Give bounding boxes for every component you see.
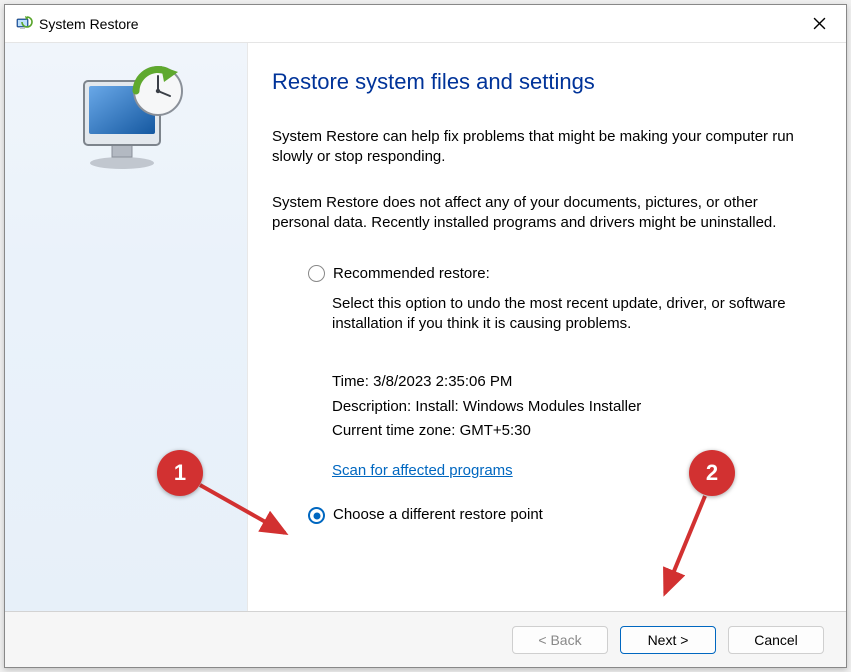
content-panel: Restore system files and settings System… (248, 43, 846, 611)
meta-timezone: Current time zone: GMT+5:30 (332, 421, 812, 441)
recommended-restore-desc: Select this option to undo the most rece… (272, 294, 812, 335)
system-restore-window: System Restore (4, 4, 847, 668)
window-title: System Restore (39, 16, 794, 32)
back-button[interactable]: < Back (512, 626, 608, 654)
cancel-button[interactable]: Cancel (728, 626, 824, 654)
choose-different-restore-radio[interactable]: Choose a different restore point (272, 505, 812, 525)
sub-text: System Restore does not affect any of yo… (272, 193, 812, 234)
meta-time: Time: 3/8/2023 2:35:06 PM (332, 372, 812, 392)
close-icon (813, 17, 826, 30)
page-heading: Restore system files and settings (272, 67, 812, 97)
choose-different-restore-label: Choose a different restore point (333, 505, 543, 525)
intro-text: System Restore can help fix problems tha… (272, 127, 812, 168)
meta-description: Description: Install: Windows Modules In… (332, 397, 812, 417)
titlebar: System Restore (5, 5, 846, 43)
system-restore-icon (15, 15, 33, 33)
close-button[interactable] (794, 6, 844, 42)
scan-affected-programs-link[interactable]: Scan for affected programs (332, 461, 513, 481)
footer-buttons: < Back Next > Cancel (5, 611, 846, 667)
next-button[interactable]: Next > (620, 626, 716, 654)
annotation-badge-2: 2 (689, 450, 735, 496)
radio-unselected-icon (308, 265, 325, 282)
sidebar-illustration-panel (5, 43, 248, 611)
annotation-badge-1: 1 (157, 450, 203, 496)
system-restore-illustration (66, 63, 186, 173)
recommended-restore-label: Recommended restore: (333, 264, 490, 284)
radio-selected-icon (308, 507, 325, 524)
recommended-restore-radio[interactable]: Recommended restore: (308, 264, 812, 284)
